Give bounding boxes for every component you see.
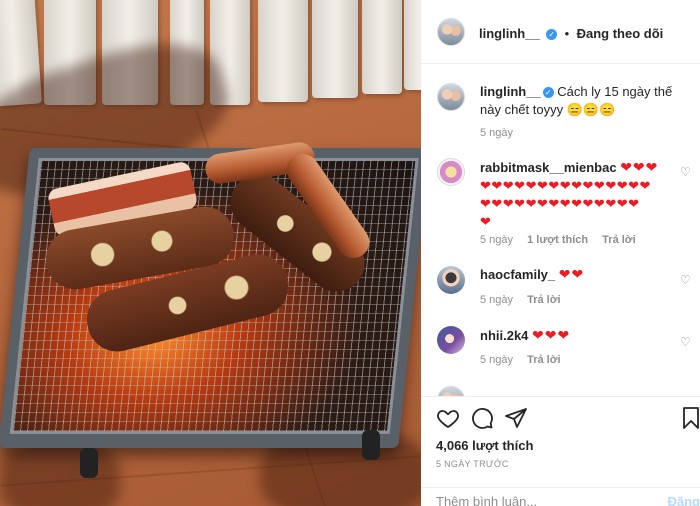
comment-username[interactable]: nhii.2k4: [480, 328, 528, 343]
like-comment-icon[interactable]: ♡: [680, 336, 692, 348]
avatar[interactable]: [437, 326, 465, 354]
comments-list[interactable]: linglinh__ ✓ Cách ly 15 ngày thế này chết…: [421, 64, 700, 396]
comment-item: rabbitmask__mienbac ❤❤❤ ❤❤❤❤❤❤❤❤❤❤❤❤❤❤❤ …: [421, 158, 700, 258]
header-username[interactable]: linglinh__: [479, 26, 540, 41]
post-date[interactable]: 5 NGÀY TRƯỚC: [436, 459, 509, 469]
comment-time[interactable]: 5 ngày: [480, 234, 513, 246]
reply-button[interactable]: Trả lời: [602, 234, 636, 246]
comment-text: ❤❤❤❤❤❤❤❤❤❤❤❤❤❤❤: [480, 178, 651, 193]
post-photo[interactable]: [0, 0, 421, 506]
avatar[interactable]: [437, 83, 465, 111]
comment-text: ❤❤: [558, 266, 585, 282]
comment-icon[interactable]: [470, 406, 494, 430]
avatar[interactable]: [437, 386, 465, 396]
post-comment-button[interactable]: Đăng: [668, 494, 700, 506]
following-button[interactable]: Đang theo dõi: [577, 26, 664, 41]
like-comment-icon[interactable]: ♡: [680, 274, 692, 286]
comment-text: ❤❤❤: [620, 159, 659, 175]
comment-username[interactable]: rabbitmask__mienbac: [480, 160, 617, 175]
verified-badge-icon: ✓: [542, 87, 554, 98]
likes-count[interactable]: 4,066 lượt thích: [436, 438, 533, 453]
comment-text: ❤❤❤❤❤❤❤❤❤❤❤❤❤❤: [480, 196, 640, 211]
like-comment-icon[interactable]: ♡: [680, 166, 692, 178]
avatar[interactable]: [437, 18, 465, 46]
post-side-panel: linglinh__ ✓ • Đang theo dõi linglinh__ ✓…: [421, 0, 700, 506]
caption-time[interactable]: 5 ngày: [480, 127, 513, 139]
reply-button[interactable]: Trả lời: [527, 354, 561, 366]
caption: linglinh__ ✓ Cách ly 15 ngày thế này chết…: [421, 81, 700, 161]
post-header: linglinh__ ✓ • Đang theo dõi: [421, 0, 700, 64]
comment-item: nhii.2k4 ❤❤❤ ♡ 5 ngày Trả lời: [421, 326, 700, 382]
separator: •: [564, 26, 570, 41]
heart-outline-icon[interactable]: [436, 406, 460, 430]
add-comment-input[interactable]: [436, 494, 636, 506]
fence-post: [362, 0, 402, 94]
fence-post: [258, 0, 308, 102]
comment-text: ❤: [480, 214, 492, 229]
comment-username[interactable]: haocfamily_: [480, 267, 555, 282]
caption-username[interactable]: linglinh__: [480, 84, 541, 99]
comment-time[interactable]: 5 ngày: [480, 294, 513, 306]
avatar[interactable]: [437, 158, 465, 186]
post-actions: 4,066 lượt thích 5 NGÀY TRƯỚC Đăng: [421, 396, 700, 506]
comment-time[interactable]: 5 ngày: [480, 354, 513, 366]
avatar[interactable]: [437, 266, 465, 294]
share-icon[interactable]: [504, 406, 528, 430]
comment-item: haocfamily_ ❤❤ ♡ 5 ngày Trả lời: [421, 264, 700, 320]
add-comment-bar: Đăng: [421, 487, 700, 506]
fence-post: [312, 0, 358, 98]
verified-badge-icon: ✓: [546, 29, 558, 40]
reply-button[interactable]: Trả lời: [527, 294, 561, 306]
comment-text: ❤❤❤: [532, 327, 571, 343]
bookmark-icon[interactable]: [679, 406, 700, 430]
fence-post: [404, 0, 421, 90]
comment-likes[interactable]: 1 lượt thích: [527, 234, 588, 246]
